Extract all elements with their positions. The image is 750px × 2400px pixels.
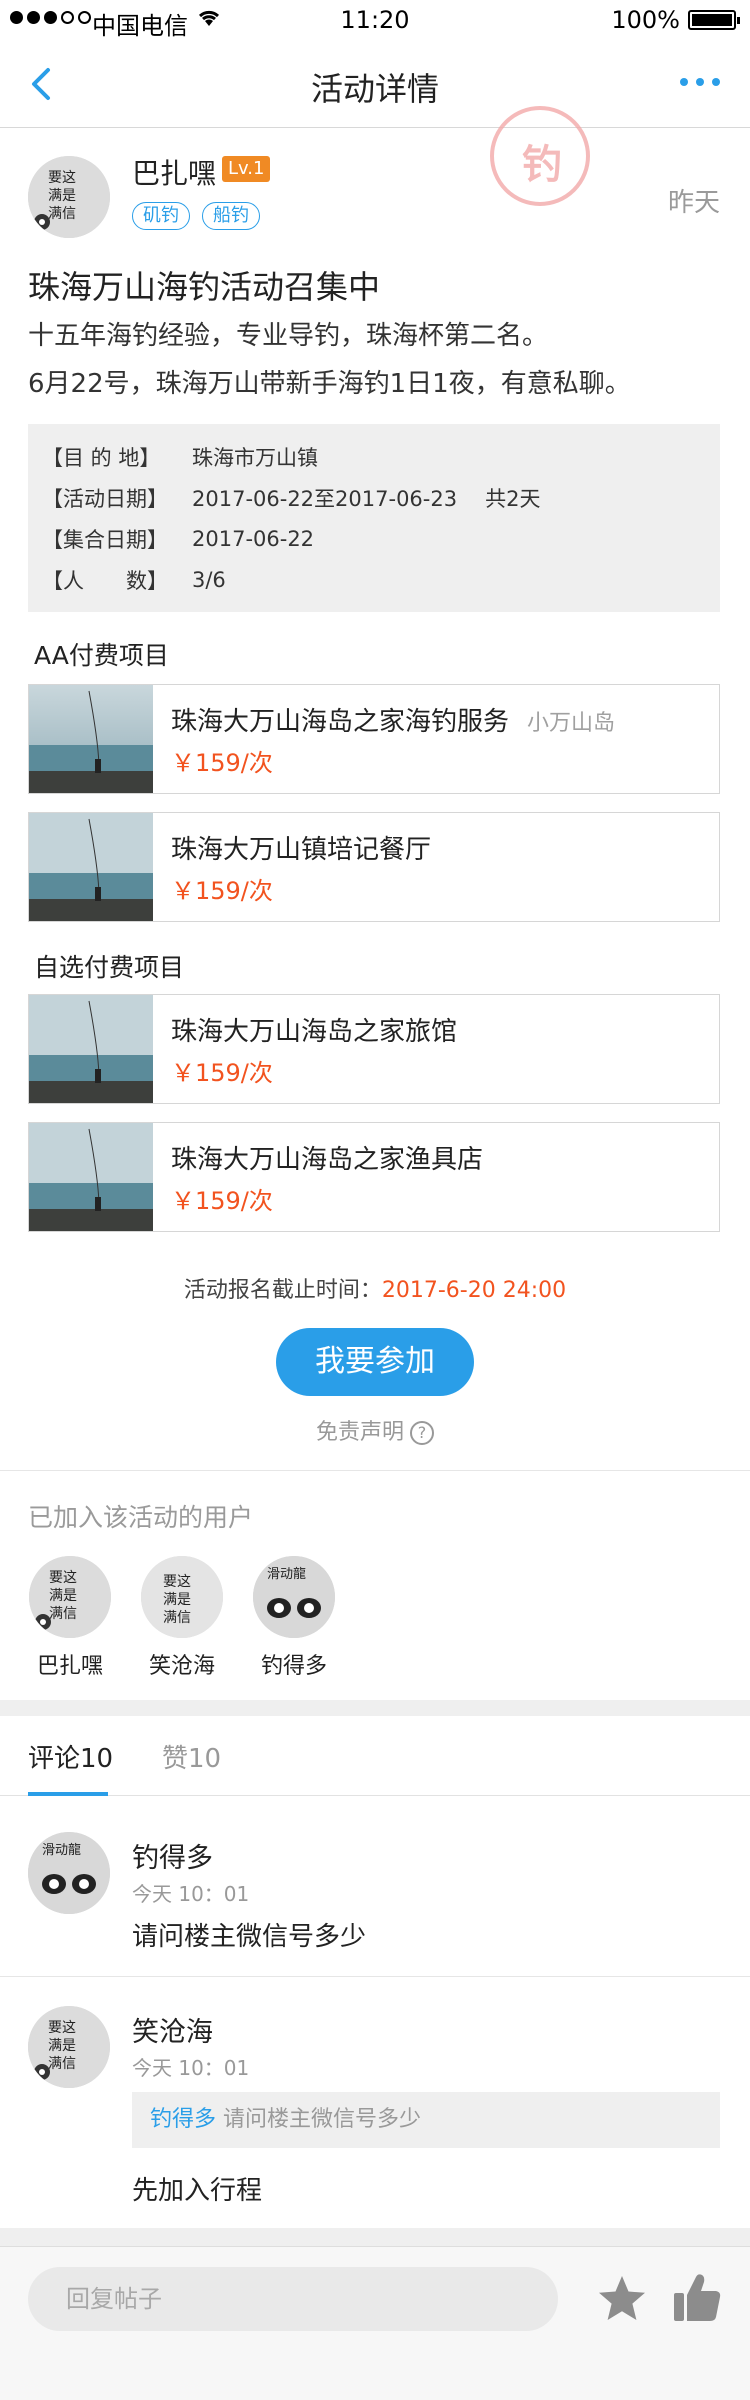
item-price: ￥159/次 <box>171 1059 273 1087</box>
comment-avatar[interactable]: 要这 满是 满信 <box>28 2006 110 2088</box>
post-body-line: 十五年海钓经验，专业导钓，珠海杯第二名。 <box>28 321 549 351</box>
thumb-up-icon[interactable] <box>672 2271 722 2325</box>
star-icon[interactable] <box>596 2273 648 2325</box>
fishing-photo <box>29 685 153 793</box>
section-separator <box>0 1700 750 1716</box>
status-bar: 中国电信 11:20 100% <box>0 0 750 40</box>
svg-text:满是: 满是 <box>48 188 76 204</box>
avatar: 要这 满是 满信 <box>141 1556 223 1638</box>
joined-user-name: 钓得多 <box>260 1654 327 1679</box>
svg-text:要这: 要这 <box>48 169 76 186</box>
quoted-comment: 钓得多 请问楼主微信号多少 <box>132 2092 720 2148</box>
question-icon: ? <box>410 1421 434 1445</box>
joined-user[interactable]: 要这满是满信 巴扎嘿 <box>20 1556 120 1680</box>
reply-bar: 回复帖子 <box>0 2246 750 2350</box>
item-name: 珠海大万山镇培记餐厅 <box>171 835 432 865</box>
item-name: 珠海大万山海岛之家渔具店 <box>171 1145 484 1175</box>
service-item[interactable]: 珠海大万山镇培记餐厅 ￥159/次 <box>28 812 720 922</box>
deadline-value: 2017-6-20 24:00 <box>381 1278 567 1303</box>
joined-users-title: 已加入该活动的用户 <box>28 1503 254 1532</box>
activity-info: 【目 的 地】 珠海市万山镇 【活动日期】 2017-06-22至2017-06-2… <box>28 424 720 612</box>
fishing-stamp-icon: 钓 <box>490 106 590 206</box>
post-title: 珠海万山海钓活动召集中 <box>28 268 381 306</box>
post-time: 昨天 <box>667 188 720 218</box>
page-title: 活动详情 <box>310 70 439 108</box>
tab-likes[interactable]: 赞10 <box>162 1738 221 1775</box>
joined-user[interactable]: 滑动龍 钓得多 <box>244 1556 344 1680</box>
post-body: 十五年海钓经验，专业导钓，珠海杯第二名。 6月22号，珠海万山带新手海钓1日1夜… <box>28 312 631 408</box>
more-icon[interactable] <box>680 78 720 86</box>
avatar: 要这 满是 满信 <box>29 1556 111 1638</box>
item-price: ￥159/次 <box>171 877 273 905</box>
svg-text:要这: 要这 <box>163 1573 191 1590</box>
comment-time: 今天 10：01 <box>132 2056 250 2080</box>
divider <box>0 1976 750 1977</box>
comment-author[interactable]: 钓得多 <box>132 1836 213 1875</box>
svg-text:满是: 满是 <box>48 2038 76 2054</box>
tag[interactable]: 矶钓 <box>132 202 190 230</box>
fishing-photo <box>29 1123 153 1231</box>
level-badge: Lv.1 <box>222 156 271 182</box>
info-people: 【人 数】 3/6 <box>42 567 226 593</box>
svg-text:满信: 满信 <box>163 1610 191 1626</box>
reply-input[interactable]: 回复帖子 <box>28 2267 558 2331</box>
joined-user-name: 笑沧海 <box>148 1654 215 1679</box>
screen: 中国电信 11:20 100% 活动详情 要这 满是 满信 巴扎嘿 Lv.1 矶钓 … <box>0 0 750 2400</box>
tab-comments[interactable]: 评论10 <box>28 1738 113 1775</box>
svg-text:满信: 满信 <box>48 2056 76 2072</box>
item-price: ￥159/次 <box>171 749 273 777</box>
author-avatar[interactable]: 要这 满是 满信 <box>28 156 110 238</box>
item-price: ￥159/次 <box>171 1187 273 1215</box>
comment-tabs: 评论10 赞10 <box>0 1716 750 1796</box>
svg-text:满是: 满是 <box>49 1588 77 1604</box>
battery-percent: 100% <box>611 6 680 34</box>
item-name: 珠海大万山海岛之家海钓服务 <box>171 707 510 737</box>
comment-author[interactable]: 笑沧海 <box>132 2010 213 2049</box>
service-item[interactable]: 珠海大万山海岛之家渔具店 ￥159/次 <box>28 1122 720 1232</box>
battery-icon <box>688 10 740 30</box>
svg-text:满是: 满是 <box>163 1592 191 1608</box>
quoted-text: 请问楼主微信号多少 <box>223 2107 422 2132</box>
svg-text:满信: 满信 <box>48 206 76 222</box>
comment-text: 先加入行程 <box>132 2176 263 2206</box>
svg-text:滑动龍: 滑动龍 <box>267 1566 306 1582</box>
section-separator <box>0 2228 750 2246</box>
item-name: 珠海大万山海岛之家旅馆 <box>171 1017 458 1047</box>
svg-text:满信: 满信 <box>49 1606 77 1622</box>
tag-list: 矶钓 船钓 <box>132 202 260 230</box>
comment-avatar[interactable]: 滑动龍 <box>28 1832 110 1914</box>
home-indicator-area <box>0 2350 750 2400</box>
avatar: 滑动龍 <box>253 1556 335 1638</box>
nav-bar: 活动详情 <box>0 40 750 128</box>
signup-deadline: 活动报名截止时间：2017-6-20 24:00 <box>183 1278 567 1303</box>
svg-text:滑动龍: 滑动龍 <box>42 1842 81 1858</box>
comment-time: 今天 10：01 <box>132 1882 250 1906</box>
author-name[interactable]: 巴扎嘿 <box>132 152 216 192</box>
join-button[interactable]: 我要参加 <box>276 1328 474 1396</box>
fishing-photo <box>29 813 153 921</box>
disclaimer-link[interactable]: 免责声明? <box>0 1414 750 1446</box>
service-item[interactable]: 珠海大万山海岛之家旅馆 ￥159/次 <box>28 994 720 1104</box>
svg-text:要这: 要这 <box>48 2019 76 2036</box>
item-location: 小万山岛 <box>527 711 616 736</box>
joined-user[interactable]: 要这满是满信 笑沧海 <box>132 1556 232 1680</box>
divider <box>0 1470 750 1471</box>
post-body-line: 6月22号，珠海万山带新手海钓1日1夜，有意私聊。 <box>28 369 631 399</box>
comment-text: 请问楼主微信号多少 <box>132 1922 367 1952</box>
tag[interactable]: 船钓 <box>202 202 260 230</box>
svg-text:要这: 要这 <box>49 1569 77 1586</box>
joined-user-name: 巴扎嘿 <box>36 1654 103 1679</box>
fishing-photo <box>29 995 153 1103</box>
aa-section-title: AA付费项目 <box>34 641 169 670</box>
optional-section-title: 自选付费项目 <box>34 953 185 982</box>
active-tab-indicator <box>28 1792 108 1796</box>
quoted-user[interactable]: 钓得多 <box>150 2107 216 2132</box>
info-meet-date: 【集合日期】 2017-06-22 <box>42 526 315 552</box>
info-destination: 【目 的 地】 珠海市万山镇 <box>42 445 318 470</box>
service-item[interactable]: 珠海大万山海岛之家海钓服务 小万山岛 ￥159/次 <box>28 684 720 794</box>
info-date: 【活动日期】 2017-06-22至2017-06-23 共2天 <box>42 486 541 511</box>
